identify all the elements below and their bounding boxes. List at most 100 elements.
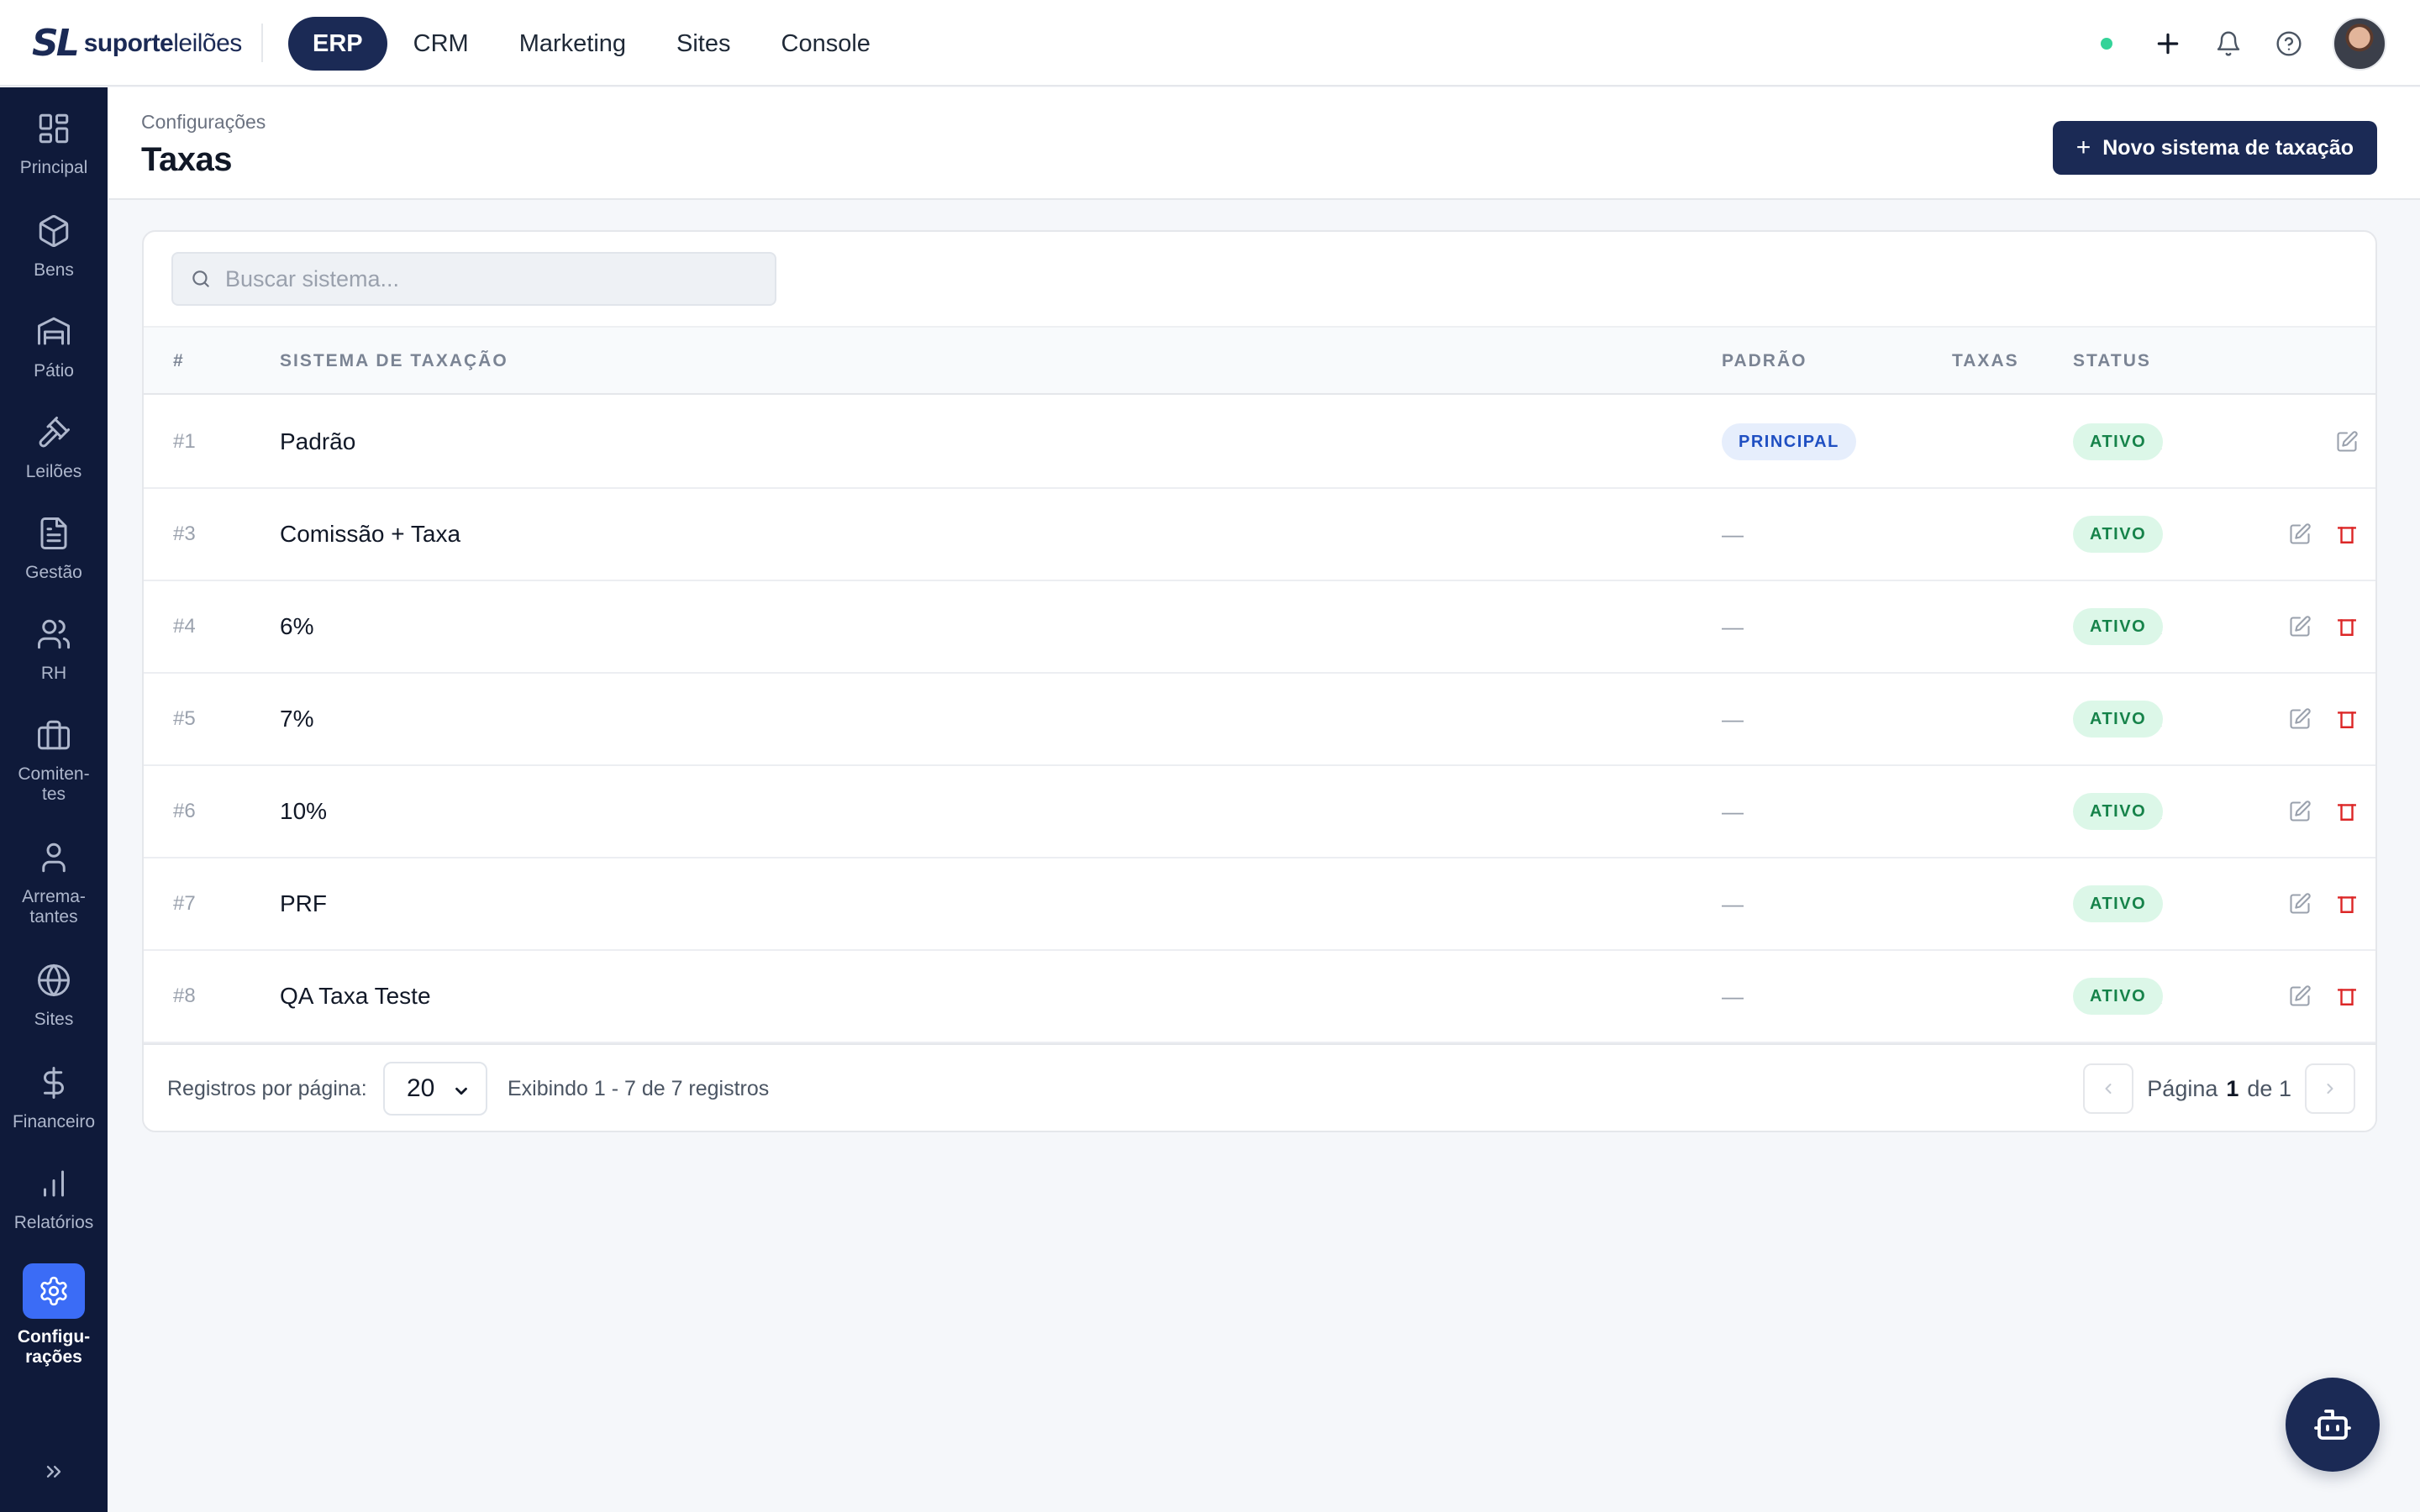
sidebar-item-patio[interactable]: Pátio xyxy=(0,312,108,381)
plus-icon[interactable] xyxy=(2151,27,2185,60)
row-id: #8 xyxy=(173,984,196,1007)
breadcrumb[interactable]: Configurações xyxy=(141,111,266,134)
column-header-name[interactable]: SISTEMA DE TAXAÇÃO xyxy=(280,351,508,371)
status-cell: ATIVO xyxy=(2073,674,2164,764)
sidebar-item-label: Relatórios xyxy=(13,1213,94,1232)
warehouse-icon xyxy=(34,312,73,351)
search-box[interactable] xyxy=(171,252,776,306)
sidebar-item-arrematantes[interactable]: Arrema- tantes xyxy=(0,838,108,927)
edit-icon[interactable] xyxy=(2285,981,2315,1011)
robot-icon xyxy=(2314,1410,2351,1440)
column-header-id[interactable]: # xyxy=(173,351,185,371)
sidebar-item-label: Sites xyxy=(34,1010,74,1029)
page-header: Configurações Taxas + Novo sistema de ta… xyxy=(108,87,2420,200)
sidebar-item-comitentes[interactable]: Comiten- tes xyxy=(0,716,108,805)
empty-default-dash: — xyxy=(1722,706,1744,732)
module-tab-marketing[interactable]: Marketing xyxy=(495,17,650,71)
sidebar-item-label: RH xyxy=(40,664,67,683)
per-page-value: 20 xyxy=(407,1074,435,1102)
edit-icon[interactable] xyxy=(2285,704,2315,734)
grid-icon xyxy=(34,109,73,148)
principal-badge: PRINCIPAL xyxy=(1722,423,1856,460)
module-tab-crm[interactable]: CRM xyxy=(389,17,493,71)
chevron-left-icon xyxy=(2105,1084,2112,1094)
sidebar-item-configuracoes[interactable]: Configu- rações xyxy=(0,1263,108,1368)
sidebar-item-label: Arrema- tantes xyxy=(22,887,86,927)
sidebar-item-financeiro[interactable]: Financeiro xyxy=(0,1063,108,1132)
chevron-right-icon xyxy=(2327,1084,2333,1094)
bell-icon[interactable] xyxy=(2212,27,2245,60)
per-page-label: Registros por página: xyxy=(167,1077,367,1100)
column-header-status[interactable]: STATUS xyxy=(2073,351,2151,371)
table-row[interactable]: #8QA Taxa Teste—1ATIVO xyxy=(144,951,2375,1043)
sidebar-item-sites[interactable]: Sites xyxy=(0,961,108,1030)
sidebar-item-relatorios[interactable]: Relatórios xyxy=(0,1164,108,1233)
logo-text: suporteleilões xyxy=(83,29,243,57)
delete-icon[interactable] xyxy=(2332,889,2362,919)
delete-icon[interactable] xyxy=(2332,519,2362,549)
module-tab-console[interactable]: Console xyxy=(757,17,895,71)
sidebar-item-label: Pátio xyxy=(34,361,74,381)
table-row[interactable]: #610%—1ATIVO xyxy=(144,766,2375,858)
edit-icon[interactable] xyxy=(2285,519,2315,549)
status-badge: ATIVO xyxy=(2073,701,2164,738)
status-badge: ATIVO xyxy=(2073,978,2164,1015)
status-badge: ATIVO xyxy=(2073,608,2164,645)
empty-default-dash: — xyxy=(1722,798,1744,824)
user-avatar[interactable] xyxy=(2333,17,2386,71)
row-actions xyxy=(2261,951,2362,1042)
topbar-divider xyxy=(261,24,263,62)
tax-system-name[interactable]: 7% xyxy=(280,674,313,764)
delete-icon[interactable] xyxy=(2332,612,2362,642)
new-tax-system-button[interactable]: + Novo sistema de taxação xyxy=(2052,121,2377,175)
top-right-actions xyxy=(2101,17,2386,71)
edit-icon[interactable] xyxy=(2285,796,2315,827)
tax-system-name[interactable]: Padrão xyxy=(280,396,355,487)
table-row[interactable]: #7PRF—2ATIVO xyxy=(144,858,2375,951)
column-header-default[interactable]: PADRÃO xyxy=(1722,351,1807,371)
sidebar-item-leiloes[interactable]: Leilões xyxy=(0,413,108,482)
box-icon xyxy=(34,212,73,250)
sidebar-item-bens[interactable]: Bens xyxy=(0,212,108,281)
table-row[interactable]: #3Comissão + Taxa—2ATIVO xyxy=(144,489,2375,581)
tax-system-name[interactable]: QA Taxa Teste xyxy=(280,951,431,1042)
module-tab-erp[interactable]: ERP xyxy=(288,17,387,71)
delete-icon[interactable] xyxy=(2332,704,2362,734)
per-page-select[interactable]: 20 xyxy=(383,1062,487,1116)
table-row[interactable]: #57%—1ATIVO xyxy=(144,674,2375,766)
sidebar-item-gestao[interactable]: Gestão xyxy=(0,514,108,583)
delete-icon[interactable] xyxy=(2332,981,2362,1011)
brand-logo[interactable]: SL suporteleilões xyxy=(32,24,242,64)
tax-system-name[interactable]: 10% xyxy=(280,766,327,857)
row-id: #3 xyxy=(173,522,196,545)
row-id: #6 xyxy=(173,800,196,822)
row-actions xyxy=(2261,766,2362,857)
sidebar-item-rh[interactable]: RH xyxy=(0,615,108,684)
edit-icon[interactable] xyxy=(2285,612,2315,642)
edit-icon[interactable] xyxy=(2332,427,2362,457)
table-row[interactable]: #1PadrãoPRINCIPAL1ATIVO xyxy=(144,396,2375,489)
table-row[interactable]: #46%—1ATIVO xyxy=(144,581,2375,674)
next-page-button[interactable] xyxy=(2305,1063,2355,1114)
sidebar-item-label: Bens xyxy=(34,260,74,280)
plus-icon: + xyxy=(2075,134,2091,161)
new-tax-system-label: Novo sistema de taxação xyxy=(2102,135,2354,160)
page-title: Taxas xyxy=(141,141,232,178)
search-input[interactable] xyxy=(225,265,729,292)
row-id: #4 xyxy=(173,615,196,638)
user-icon xyxy=(34,838,73,877)
tax-system-name[interactable]: Comissão + Taxa xyxy=(280,489,460,580)
module-tab-sites[interactable]: Sites xyxy=(652,17,755,71)
sidebar-item-principal[interactable]: Principal xyxy=(0,109,108,178)
assistant-bot-button[interactable] xyxy=(2286,1378,2380,1472)
tax-system-name[interactable]: 6% xyxy=(280,581,313,672)
prev-page-button[interactable] xyxy=(2083,1063,2134,1114)
tax-system-name[interactable]: PRF xyxy=(280,858,327,949)
delete-icon[interactable] xyxy=(2332,796,2362,827)
column-header-count[interactable]: TAXAS xyxy=(1952,351,2019,371)
help-icon[interactable] xyxy=(2272,27,2306,60)
gavel-icon xyxy=(34,413,73,452)
sidebar-item-label: Principal xyxy=(19,158,88,177)
double-chevron-right-icon[interactable] xyxy=(37,1455,71,1488)
edit-icon[interactable] xyxy=(2285,889,2315,919)
